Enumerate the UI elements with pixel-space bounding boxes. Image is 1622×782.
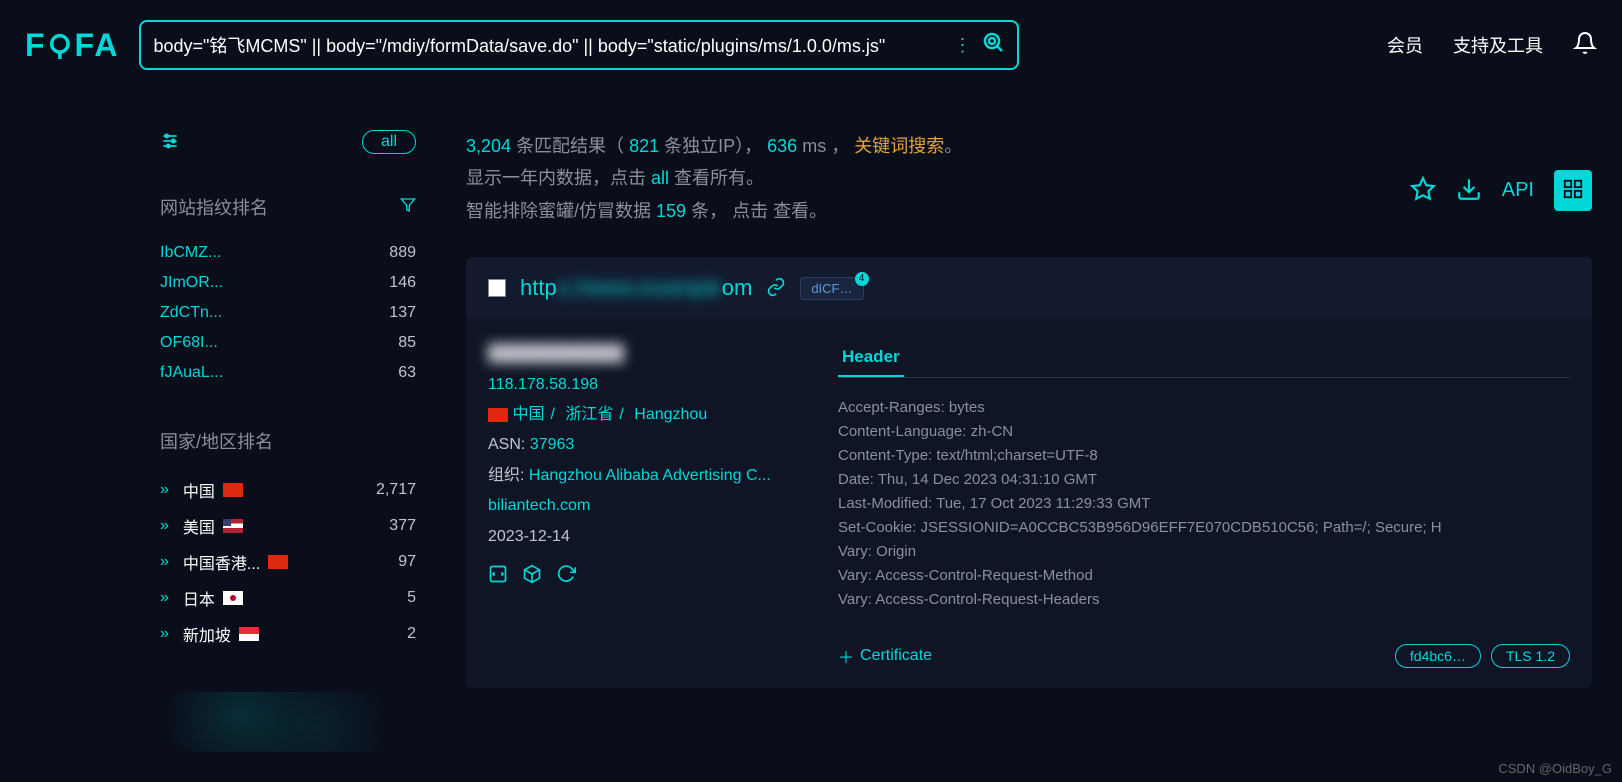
nav-member[interactable]: 会员 bbox=[1387, 32, 1423, 58]
more-icon[interactable]: ⋮ bbox=[953, 35, 971, 56]
download-icon[interactable] bbox=[1456, 176, 1482, 205]
list-item[interactable]: fJAuaL...63 bbox=[160, 358, 416, 388]
cube-icon[interactable] bbox=[522, 564, 542, 587]
nav-support[interactable]: 支持及工具 bbox=[1453, 32, 1543, 58]
country-list: »中国 2,717»美国 377»中国香港... 97»日本 5»新加坡 2 bbox=[160, 472, 416, 652]
certificate-toggle[interactable]: ＋ Certificate bbox=[838, 644, 932, 668]
list-item[interactable]: OF68I...85 bbox=[160, 328, 416, 358]
tag-count-badge: 4 bbox=[855, 272, 869, 286]
list-item[interactable]: »中国 2,717 bbox=[160, 472, 416, 508]
search-bar: ⋮ bbox=[139, 20, 1019, 70]
province-link[interactable]: 浙江省 bbox=[565, 406, 613, 423]
link-icon[interactable] bbox=[766, 277, 786, 300]
result-tag[interactable]: dICF… 4 bbox=[800, 277, 863, 300]
fingerprint-list: IbCMZ...889JImOR...146ZdCTn...137OF68I..… bbox=[160, 238, 416, 388]
hash-pill[interactable]: fd4bc6… bbox=[1395, 644, 1481, 668]
result-title-blur: ████████████ bbox=[488, 339, 808, 369]
response-headers: Accept-Ranges: bytesContent-Language: zh… bbox=[838, 396, 1570, 612]
favicon bbox=[488, 279, 506, 297]
flag-icon bbox=[488, 408, 508, 422]
tab-header[interactable]: Header bbox=[838, 339, 904, 377]
result-ip[interactable]: 118.178.58.198 bbox=[488, 376, 598, 393]
result-url[interactable]: https://www.exampleom bbox=[520, 275, 752, 301]
country-title: 国家/地区排名 bbox=[160, 428, 273, 454]
asn-link[interactable]: 37963 bbox=[530, 436, 575, 453]
bell-icon[interactable] bbox=[1573, 31, 1597, 60]
refresh-icon[interactable] bbox=[556, 564, 576, 587]
list-item[interactable]: »美国 377 bbox=[160, 508, 416, 544]
world-map bbox=[160, 692, 416, 752]
logo[interactable]: FFA bbox=[25, 27, 119, 64]
result-card: https://www.exampleom dICF… 4 ██████████… bbox=[466, 257, 1592, 688]
filter-icon[interactable] bbox=[160, 131, 180, 154]
star-icon[interactable] bbox=[1410, 176, 1436, 205]
show-all-link[interactable]: all bbox=[651, 168, 669, 188]
list-item[interactable]: »中国香港... 97 bbox=[160, 544, 416, 580]
code-icon[interactable] bbox=[488, 564, 508, 587]
all-filter-badge[interactable]: all bbox=[362, 130, 416, 154]
list-item[interactable]: IbCMZ...889 bbox=[160, 238, 416, 268]
watermark: CSDN @OidBoy_G bbox=[1498, 761, 1612, 776]
fingerprint-title: 网站指纹排名 bbox=[160, 194, 268, 220]
list-item[interactable]: JImOR...146 bbox=[160, 268, 416, 298]
api-link[interactable]: API bbox=[1502, 179, 1534, 202]
list-item[interactable]: »日本 5 bbox=[160, 580, 416, 616]
org-link[interactable]: Hangzhou Alibaba Advertising C... bbox=[529, 467, 771, 484]
search-input[interactable] bbox=[153, 35, 943, 56]
domain-link[interactable]: biliantech.com bbox=[488, 497, 590, 514]
city-link[interactable]: Hangzhou bbox=[634, 406, 707, 423]
list-item[interactable]: »新加坡 2 bbox=[160, 616, 416, 652]
result-date: 2023-12-14 bbox=[488, 522, 808, 552]
funnel-icon[interactable] bbox=[400, 197, 416, 218]
grid-view-button[interactable] bbox=[1554, 170, 1592, 211]
list-item[interactable]: ZdCTn...137 bbox=[160, 298, 416, 328]
tls-pill[interactable]: TLS 1.2 bbox=[1491, 644, 1570, 668]
search-button[interactable] bbox=[981, 30, 1005, 60]
country-link[interactable]: 中国 bbox=[512, 406, 544, 423]
